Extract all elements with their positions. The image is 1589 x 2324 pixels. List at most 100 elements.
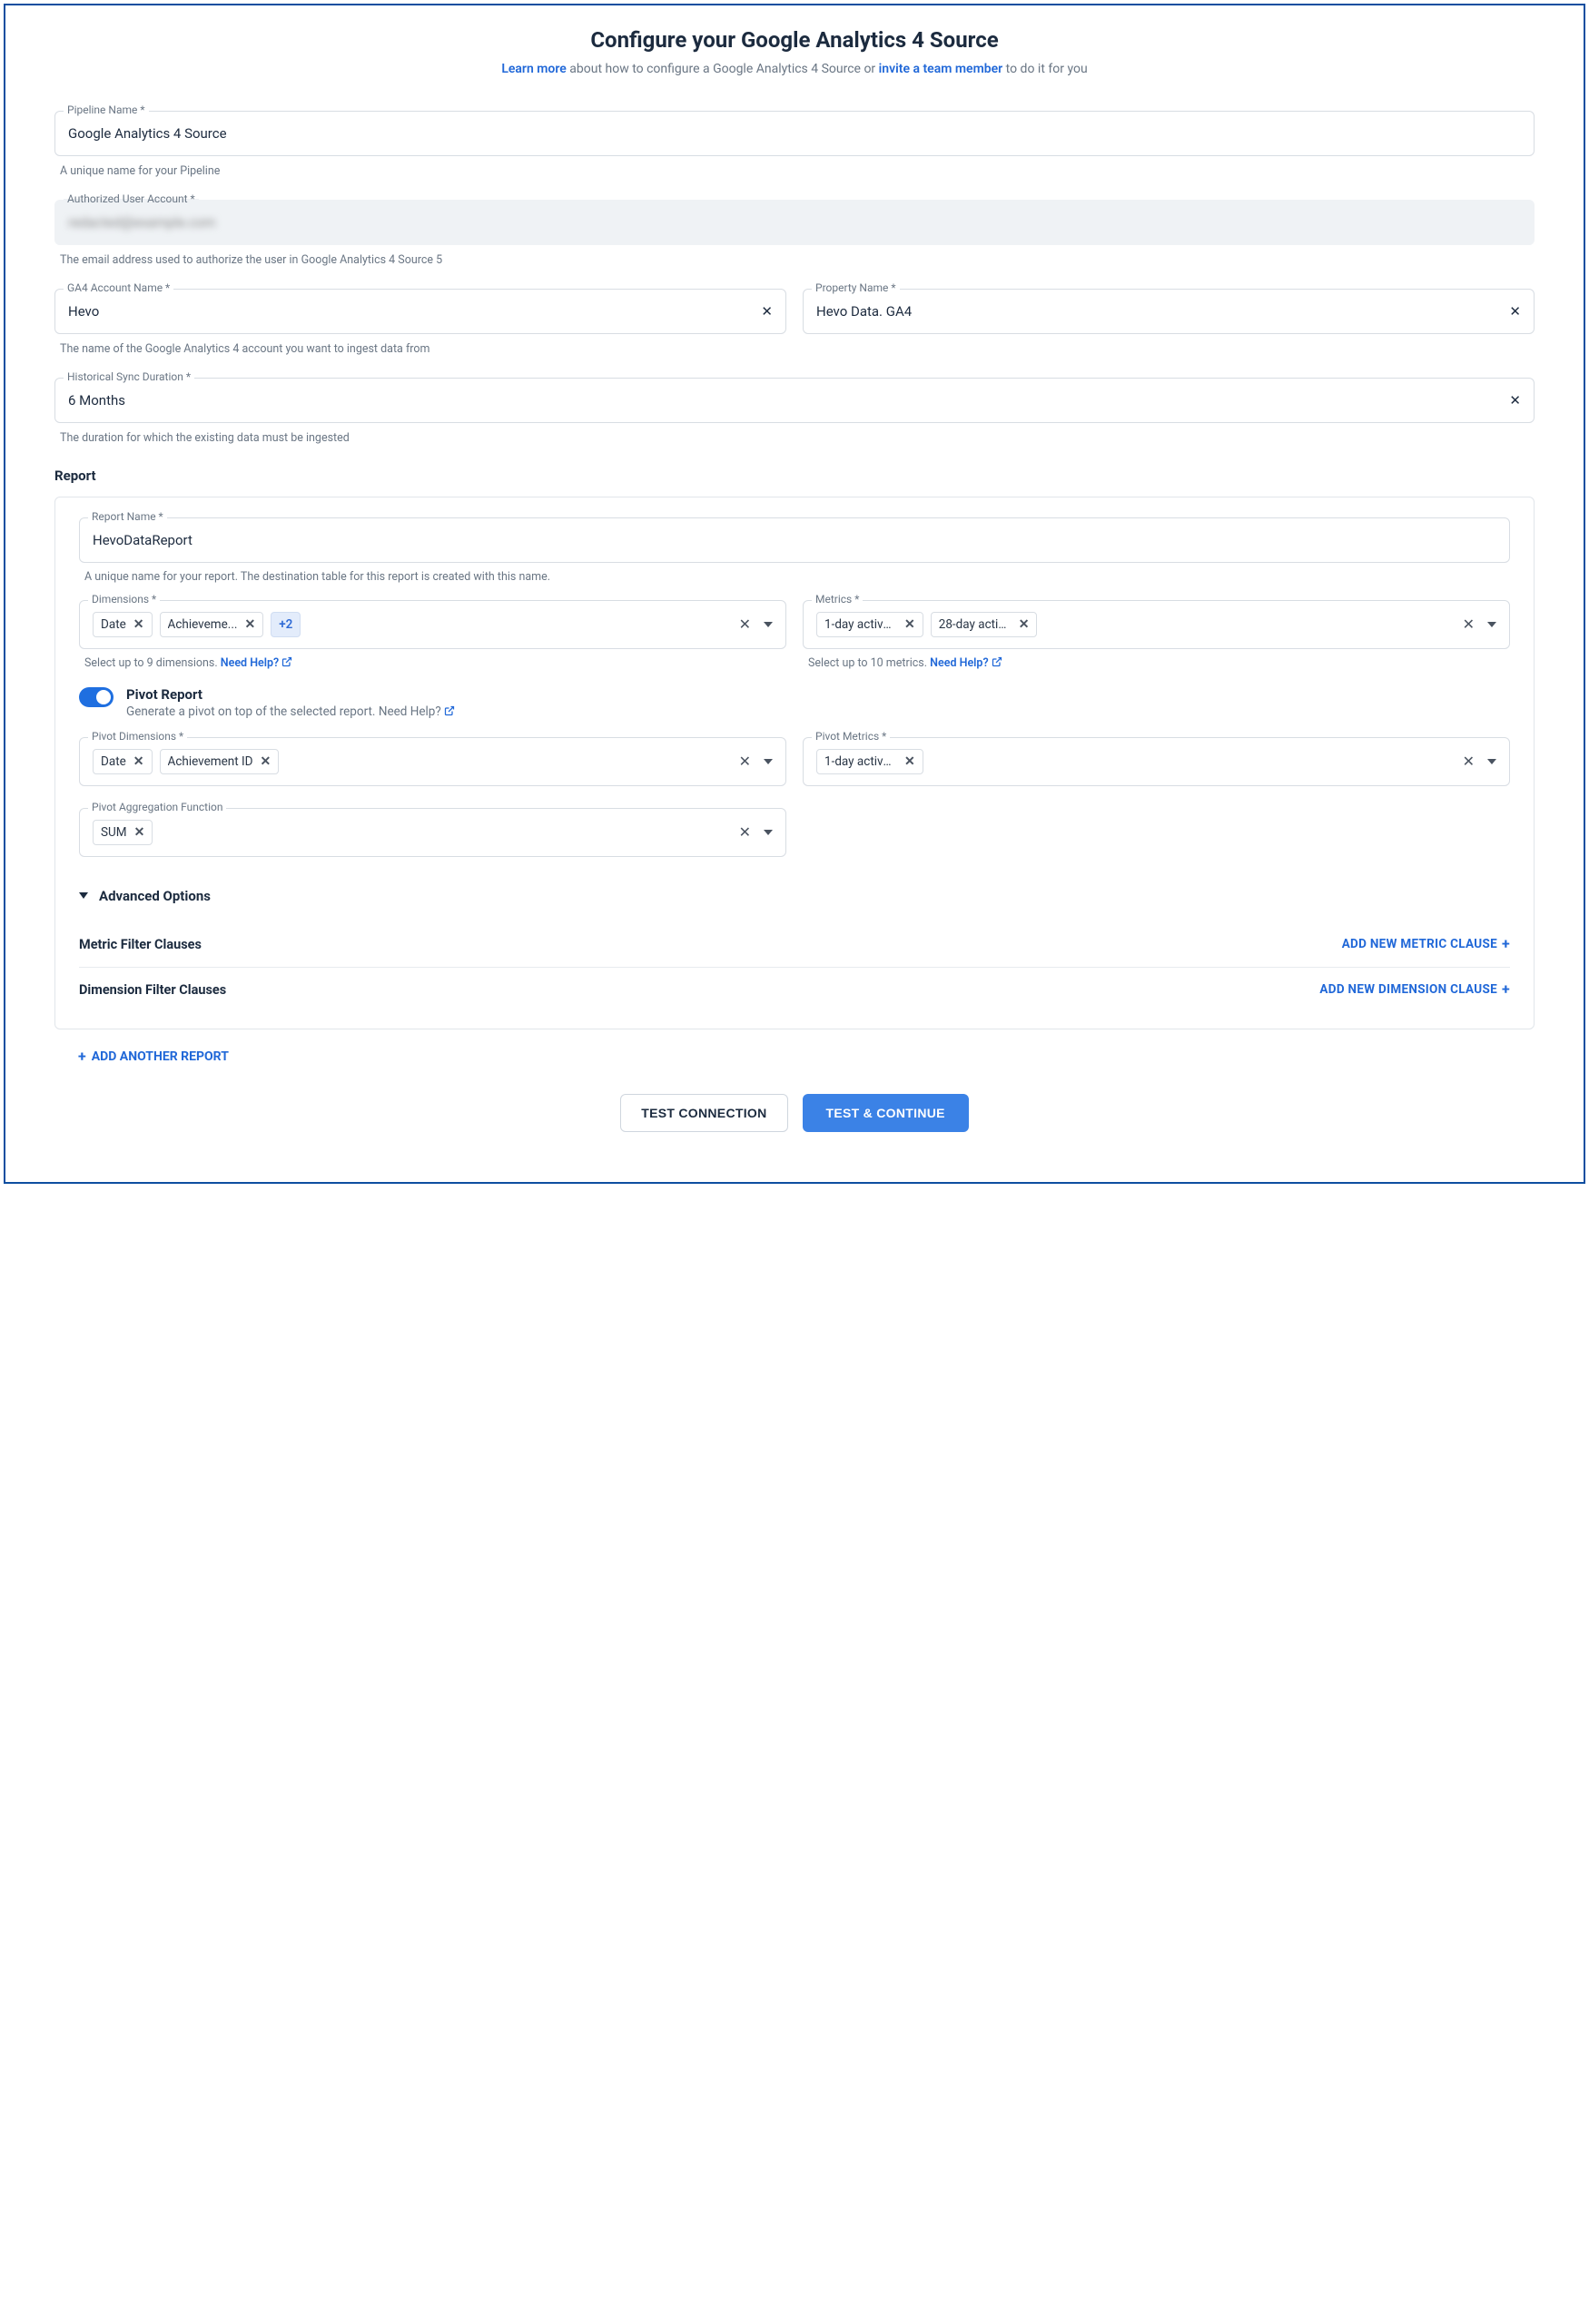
remove-chip-icon[interactable]: ✕ <box>261 754 271 769</box>
property-label: Property Name * <box>812 281 900 294</box>
test-connection-button[interactable]: TEST CONNECTION <box>620 1094 787 1132</box>
chip-metric[interactable]: 28-day active ...✕ <box>931 612 1038 637</box>
pivot-report-toggle[interactable] <box>79 687 114 707</box>
report-card: Report Name * HevoDataReport A unique na… <box>54 497 1535 1029</box>
plus-icon: + <box>1502 982 1510 997</box>
chip-pivot-agg[interactable]: SUM✕ <box>93 820 153 845</box>
dimensions-field: Dimensions * Date✕ Achieveme...✕ +2 ✕ <box>79 600 786 649</box>
invite-team-link[interactable]: invite a team member <box>879 62 1003 76</box>
report-section-title: Report <box>54 468 1535 484</box>
pipeline-name-input[interactable]: Google Analytics 4 Source <box>54 111 1535 156</box>
report-name-input[interactable]: HevoDataReport <box>79 517 1510 563</box>
add-metric-clause-button[interactable]: ADD NEW METRIC CLAUSE+ <box>1342 937 1510 951</box>
pipeline-name-label: Pipeline Name * <box>64 103 149 116</box>
pipeline-name-field: Pipeline Name * Google Analytics 4 Sourc… <box>54 111 1535 156</box>
chip-pivot-dimension[interactable]: Achievement ID✕ <box>160 749 280 774</box>
remove-chip-icon[interactable]: ✕ <box>133 617 144 632</box>
metrics-multiselect[interactable]: 1-day active u...✕ 28-day active ...✕ ✕ <box>803 600 1510 649</box>
advanced-options-toggle[interactable]: Advanced Options <box>79 888 1510 904</box>
clear-all-icon[interactable]: ✕ <box>1463 753 1475 770</box>
clear-icon[interactable]: ✕ <box>1509 392 1521 409</box>
ga4-account-helper: The name of the Google Analytics 4 accou… <box>60 341 786 358</box>
property-select[interactable]: Hevo Data. GA4 ✕ <box>803 289 1535 334</box>
clear-icon[interactable]: ✕ <box>761 303 773 320</box>
metrics-helper: Select up to 10 metrics. Need Help? <box>808 656 1510 670</box>
chevron-down-icon[interactable] <box>1487 759 1496 764</box>
pivot-dimensions-multiselect[interactable]: Date✕ Achievement ID✕ ✕ <box>79 737 786 786</box>
plus-icon: + <box>78 1049 86 1064</box>
test-continue-button[interactable]: TEST & CONTINUE <box>803 1094 969 1132</box>
authorized-account-input: redacted@example.com <box>54 200 1535 245</box>
clear-all-icon[interactable]: ✕ <box>1463 615 1475 633</box>
dimensions-helper: Select up to 9 dimensions. Need Help? <box>84 656 786 670</box>
remove-chip-icon[interactable]: ✕ <box>134 825 145 840</box>
add-dimension-clause-button[interactable]: ADD NEW DIMENSION CLAUSE+ <box>1319 982 1510 997</box>
metric-filter-row: Metric Filter Clauses ADD NEW METRIC CLA… <box>79 922 1510 968</box>
remove-chip-icon[interactable]: ✕ <box>133 754 144 769</box>
clear-all-icon[interactable]: ✕ <box>739 823 751 841</box>
metrics-help-link[interactable]: Need Help? <box>930 656 1002 670</box>
pivot-metrics-label: Pivot Metrics * <box>812 730 890 743</box>
remove-chip-icon[interactable]: ✕ <box>904 617 915 632</box>
historical-sync-field: Historical Sync Duration * 6 Months ✕ <box>54 378 1535 423</box>
report-name-helper: A unique name for your report. The desti… <box>84 570 1510 584</box>
metrics-label: Metrics * <box>812 593 863 606</box>
external-link-icon <box>444 705 455 716</box>
chip-dimension[interactable]: Achieveme...✕ <box>160 612 264 637</box>
historical-sync-helper: The duration for which the existing data… <box>60 430 1535 447</box>
clear-all-icon[interactable]: ✕ <box>739 753 751 770</box>
chevron-down-icon[interactable] <box>764 622 773 627</box>
dimensions-label: Dimensions * <box>88 593 160 606</box>
chip-pivot-metric[interactable]: 1-day active u...✕ <box>816 749 923 774</box>
ga4-account-select[interactable]: Hevo ✕ <box>54 289 786 334</box>
page-subtitle: Learn more about how to configure a Goog… <box>54 62 1535 76</box>
clear-all-icon[interactable]: ✕ <box>739 615 751 633</box>
remove-chip-icon[interactable]: ✕ <box>244 617 255 632</box>
pivot-agg-field: Pivot Aggregation Function SUM✕ ✕ <box>79 808 786 857</box>
chip-metric[interactable]: 1-day active u...✕ <box>816 612 923 637</box>
dimension-filter-row: Dimension Filter Clauses ADD NEW DIMENSI… <box>79 968 1510 1012</box>
page-title: Configure your Google Analytics 4 Source <box>54 27 1535 53</box>
chip-pivot-dimension[interactable]: Date✕ <box>93 749 153 774</box>
learn-more-link[interactable]: Learn more <box>501 62 566 76</box>
remove-chip-icon[interactable]: ✕ <box>1019 617 1030 632</box>
add-another-report-button[interactable]: +ADD ANOTHER REPORT <box>78 1049 229 1064</box>
pivot-agg-select[interactable]: SUM✕ ✕ <box>79 808 786 857</box>
form-actions: TEST CONNECTION TEST & CONTINUE <box>54 1094 1535 1132</box>
pivot-toggle-row: Pivot Report Generate a pivot on top of … <box>79 686 1510 719</box>
chip-more[interactable]: +2 <box>271 612 301 637</box>
pipeline-helper: A unique name for your Pipeline <box>60 163 1535 180</box>
pivot-desc: Generate a pivot on top of the selected … <box>126 704 455 719</box>
dimension-filter-label: Dimension Filter Clauses <box>79 982 226 998</box>
configure-source-form: Configure your Google Analytics 4 Source… <box>4 4 1585 1184</box>
historical-sync-select[interactable]: 6 Months ✕ <box>54 378 1535 423</box>
metric-filter-label: Metric Filter Clauses <box>79 937 202 952</box>
pivot-dimensions-field: Pivot Dimensions * Date✕ Achievement ID✕… <box>79 737 786 786</box>
dimensions-help-link[interactable]: Need Help? <box>221 656 292 670</box>
authorized-account-helper: The email address used to authorize the … <box>60 252 1535 269</box>
external-link-icon <box>281 656 292 667</box>
pivot-help-link[interactable]: Need Help? <box>379 704 455 719</box>
ga4-account-label: GA4 Account Name * <box>64 281 173 294</box>
chevron-down-icon[interactable] <box>764 759 773 764</box>
pivot-metrics-field: Pivot Metrics * 1-day active u...✕ ✕ <box>803 737 1510 786</box>
authorized-account-field: Authorized User Account * redacted@examp… <box>54 200 1535 245</box>
historical-sync-label: Historical Sync Duration * <box>64 370 194 383</box>
chevron-down-icon[interactable] <box>764 830 773 835</box>
pivot-metrics-multiselect[interactable]: 1-day active u...✕ ✕ <box>803 737 1510 786</box>
clear-icon[interactable]: ✕ <box>1509 303 1521 320</box>
property-field: Property Name * Hevo Data. GA4 ✕ <box>803 289 1535 334</box>
metrics-field: Metrics * 1-day active u...✕ 28-day acti… <box>803 600 1510 649</box>
remove-chip-icon[interactable]: ✕ <box>904 754 915 769</box>
chevron-down-icon[interactable] <box>1487 622 1496 627</box>
triangle-down-icon <box>79 892 88 899</box>
chip-dimension[interactable]: Date✕ <box>93 612 153 637</box>
dimensions-multiselect[interactable]: Date✕ Achieveme...✕ +2 ✕ <box>79 600 786 649</box>
pivot-title: Pivot Report <box>126 686 455 703</box>
plus-icon: + <box>1502 937 1510 951</box>
authorized-account-label: Authorized User Account * <box>64 192 199 205</box>
report-name-field: Report Name * HevoDataReport <box>79 517 1510 563</box>
report-name-label: Report Name * <box>88 510 167 523</box>
ga4-account-field: GA4 Account Name * Hevo ✕ <box>54 289 786 334</box>
external-link-icon <box>992 656 1002 667</box>
